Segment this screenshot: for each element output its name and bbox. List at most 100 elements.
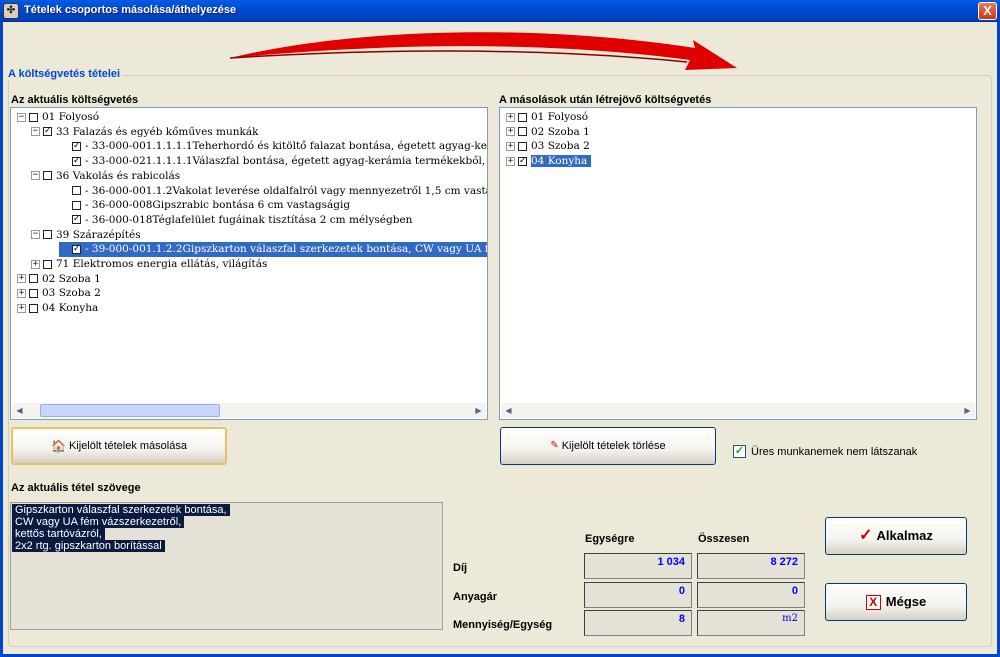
tree-row[interactable]: − 36 Vakolás és rabicolás (31, 169, 180, 184)
empty-groups-checkbox[interactable]: ✓ (733, 445, 746, 458)
scroll-left-icon[interactable]: ◀ (12, 403, 27, 418)
item-text-header: Az aktuális tétel szövege (11, 482, 141, 494)
tree-checkbox[interactable]: ✓ (72, 156, 81, 166)
expand-icon[interactable]: + (17, 303, 26, 313)
tree-checkbox[interactable] (29, 303, 38, 313)
collapse-icon[interactable]: − (31, 230, 40, 240)
row-label-quantity: Mennyiség/Egység (453, 619, 553, 631)
col-header-unit: Egységre (585, 533, 635, 545)
tree-row-label: - 36-000-018Téglafelület fugáinak tisztí… (85, 213, 413, 226)
tree-row-label: 36 Vakolás és rabicolás (56, 169, 181, 182)
tree-row[interactable]: +03 Szoba 2 (17, 286, 101, 301)
tree-row-label: 01 Folyosó (531, 111, 589, 123)
left-tree-hscrollbar[interactable]: ◀ ▶ (12, 403, 486, 418)
tree-row-label: 01 Folyosó (42, 111, 100, 123)
cancel-button[interactable]: X Mégse (825, 583, 967, 621)
collapse-icon[interactable]: − (17, 112, 26, 122)
tree-row-label: 03 Szoba 2 (531, 140, 590, 153)
tree-checkbox[interactable] (72, 200, 81, 210)
expand-icon[interactable]: + (31, 259, 40, 269)
tree-row[interactable]: - 36-000-001.1.2Vakolat leverése oldalfa… (59, 184, 487, 199)
scroll-thumb[interactable] (40, 404, 220, 417)
right-tree[interactable]: +01 Folyosó +02 Szoba 1 +03 Szoba 2 + ✓ 04 Ko… (499, 107, 977, 420)
copy-direction-arrow-icon (229, 32, 737, 70)
app-icon: ✣ (3, 3, 19, 19)
row-label-fee: Díj (453, 562, 468, 574)
right-tree-hscrollbar[interactable]: ◀ ▶ (501, 403, 975, 418)
tree-row[interactable]: ✓ - 33-000-021.1.1.1.1Válaszfal bontása, … (59, 154, 488, 169)
collapse-icon[interactable]: − (31, 127, 40, 137)
tree-checkbox[interactable] (518, 141, 527, 151)
tree-checkbox[interactable] (72, 186, 81, 195)
tree-row-label: 02 Szoba 1 (531, 125, 590, 138)
title-bar[interactable]: ✣ Tételek csoportos másolása/áthelyezése… (0, 0, 1000, 22)
tree-row[interactable]: + ✓ 04 Konyha (506, 154, 592, 169)
tree-row-label: 03 Szoba 2 (42, 287, 101, 300)
tree-checkbox[interactable] (518, 112, 527, 122)
tree-row[interactable]: ✓ - 39-000-001.1.2.2Gipszkarton válaszfal… (59, 242, 487, 258)
tree-checkbox[interactable] (29, 274, 38, 284)
scroll-right-icon[interactable]: ▶ (471, 403, 486, 418)
item-text-line: CW vagy UA fém vázszerkezetről, (12, 516, 185, 528)
delete-selected-button[interactable]: ✎ Kijelölt tételek törlése (500, 427, 716, 465)
item-text-area[interactable]: Gipszkarton válaszfal szerkezetek bontás… (10, 502, 443, 630)
window-title: Tételek csoportos másolása/áthelyezése (24, 4, 237, 16)
cancel-x-icon: X (865, 595, 881, 611)
tree-row-label: - 36-000-008Gipszrabic bontása 6 cm vast… (85, 199, 351, 212)
collapse-icon[interactable]: − (31, 171, 40, 181)
tree-row-label: 04 Konyha (42, 302, 99, 315)
tree-row[interactable]: − 39 Szárazépítés (31, 228, 141, 243)
tree-row[interactable]: +04 Konyha (17, 301, 98, 316)
tree-checkbox[interactable] (43, 171, 52, 181)
left-tree[interactable]: −01 Folyosó − ✓ 33 Falazás és egyéb kőműves… (10, 107, 488, 420)
right-tree-header: A másolások után létrejövő költségvetés (499, 94, 712, 106)
tree-row-label: 71 Elektromos energia ellátás, világítás (56, 258, 268, 270)
checkmark-icon: ✓ (859, 527, 873, 544)
group-title: A költségvetés tételei (6, 68, 123, 80)
tree-row[interactable]: − ✓ 33 Falazás és egyéb kőműves munkák (31, 125, 259, 140)
tree-row-label: - 33-000-021.1.1.1.1Válaszfal bontása, é… (85, 155, 488, 168)
tree-row-label: 02 Szoba 1 (42, 272, 101, 285)
tree-row[interactable]: +02 Szoba 1 (17, 272, 101, 287)
tree-checkbox[interactable]: ✓ (43, 127, 52, 137)
quantity-field: 8 (584, 610, 692, 636)
tree-row[interactable]: +71 Elektromos energia ellátás, világítá… (31, 257, 267, 272)
tree-row[interactable]: − 01 Folyosó (17, 110, 99, 125)
expand-icon[interactable]: + (506, 156, 515, 166)
tree-checkbox[interactable]: ✓ (72, 244, 81, 254)
copy-selected-button[interactable]: 🏠 Kijelölt tételek másolása (11, 427, 227, 465)
tree-checkbox[interactable] (518, 127, 527, 137)
empty-groups-label[interactable]: Üres munkanemek nem látszanak (751, 446, 917, 458)
expand-icon[interactable]: + (506, 112, 515, 122)
scroll-left-icon[interactable]: ◀ (501, 403, 516, 418)
tree-row[interactable]: - 36-000-008Gipszrabic bontása 6 cm vast… (59, 198, 350, 213)
scroll-right-icon[interactable]: ▶ (960, 403, 975, 418)
col-header-total: Összesen (698, 533, 750, 545)
item-text-line: 2x2 rtg. gipszkarton borítással (12, 540, 165, 552)
expand-icon[interactable]: + (506, 141, 515, 151)
tree-checkbox[interactable] (29, 288, 38, 298)
tree-row[interactable]: +03 Szoba 2 (506, 139, 590, 154)
tree-checkbox[interactable]: ✓ (518, 156, 527, 166)
expand-icon[interactable]: + (17, 288, 26, 298)
tree-row[interactable]: ✓ - 33-000-001.1.1.1.1Teherhordó és kitöl… (59, 139, 488, 154)
expand-icon[interactable]: + (17, 274, 26, 284)
tree-row[interactable]: +01 Folyosó (506, 110, 588, 125)
tree-row[interactable]: +02 Szoba 1 (506, 125, 590, 140)
window-frame-left (0, 22, 3, 657)
tree-checkbox[interactable] (43, 230, 52, 240)
tree-checkbox[interactable] (29, 112, 38, 122)
tree-row[interactable]: ✓ - 36-000-018Téglafelület fugáinak tiszt… (59, 213, 412, 228)
tree-checkbox[interactable]: ✓ (72, 215, 81, 225)
tree-checkbox[interactable]: ✓ (72, 141, 81, 151)
unit-field: m2 (697, 610, 805, 636)
tree-row-label: - 33-000-001.1.1.1.1Teherhordó és kitölt… (85, 140, 488, 153)
row-label-material: Anyagár (453, 591, 498, 603)
close-button[interactable]: X (978, 2, 997, 20)
tree-row-label: - 39-000-001.1.2.2Gipszkarton válaszfal … (85, 243, 487, 256)
fee-total-field: 8 272 (697, 553, 805, 579)
apply-button[interactable]: ✓ Alkalmaz (825, 517, 967, 555)
expand-icon[interactable]: + (506, 127, 515, 137)
material-total-field: 0 (697, 582, 805, 608)
tree-checkbox[interactable] (43, 259, 52, 269)
